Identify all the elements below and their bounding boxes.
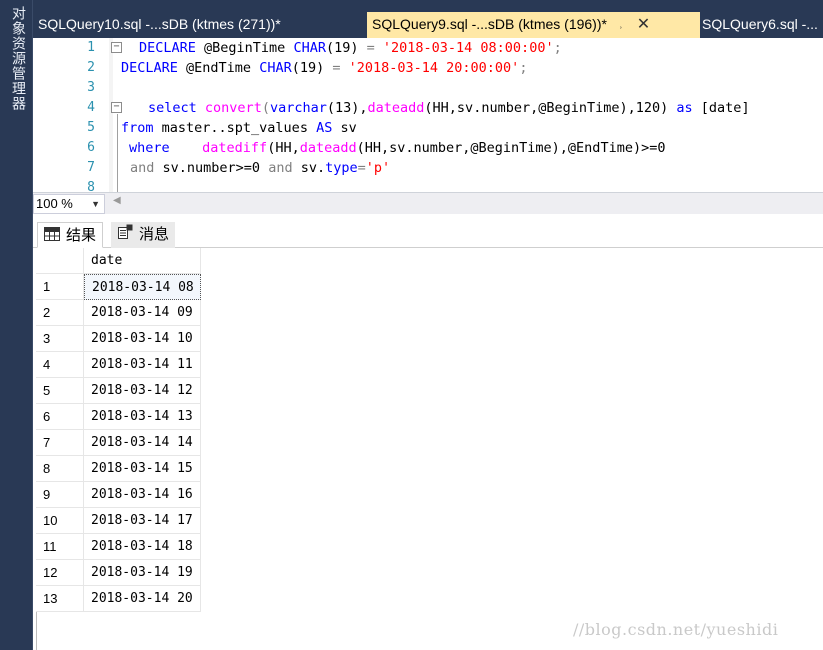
date-cell[interactable]: 2018-03-14 19	[84, 560, 201, 586]
results-tab-strip: 结果 消息	[33, 214, 823, 248]
close-icon[interactable]: ✕	[637, 16, 650, 33]
code-line-7[interactable]: and sv.number>=0 and sv.type='p'	[130, 158, 390, 178]
tab-sqlquery9[interactable]: SQLQuery9.sql -...sDB (ktmes (196))* ˒︎ …	[367, 12, 700, 38]
column-header-date[interactable]: date	[84, 248, 201, 274]
watermark: //blog.csdn.net/yueshidi	[573, 620, 779, 639]
object-explorer-label[interactable]: 对象资源管理器	[4, 6, 26, 111]
tab-label: SQLQuery10.sql -...sDB (ktmes (271))*	[38, 16, 281, 32]
object-explorer-sidebar[interactable]: 对象资源管理器	[0, 0, 33, 650]
row-number[interactable]: 9	[36, 482, 84, 508]
row-number[interactable]: 6	[36, 404, 84, 430]
line-number: 7	[87, 160, 95, 175]
date-cell[interactable]: 2018-03-14 15	[84, 456, 201, 482]
date-cell[interactable]: 2018-03-14 13	[84, 404, 201, 430]
scroll-left-icon[interactable]: ◀	[113, 195, 121, 206]
date-cell[interactable]: 2018-03-14 20	[84, 586, 201, 612]
tab-messages[interactable]: 消息	[111, 222, 176, 248]
tab-messages-label: 消息	[139, 225, 170, 243]
date-cell[interactable]: 2018-03-14 11	[84, 352, 201, 378]
row-number[interactable]: 2	[36, 300, 84, 326]
query-editor[interactable]: 1 2 3 4 5 6 7 8 − − DECLARE @BeginTime C…	[33, 38, 823, 192]
tab-label: SQLQuery6.sql -...	[702, 16, 818, 32]
date-cell[interactable]: 2018-03-14 08	[84, 274, 201, 300]
row-number[interactable]: 7	[36, 430, 84, 456]
row-number[interactable]: 3	[36, 326, 84, 352]
message-icon	[117, 223, 133, 247]
grid-icon	[44, 224, 60, 248]
code-line-5[interactable]: from master..spt_values AS sv	[121, 118, 357, 138]
line-number: 6	[87, 140, 95, 155]
row-number[interactable]: 10	[36, 508, 84, 534]
line-number: 5	[87, 120, 95, 135]
collapse-icon[interactable]: −	[111, 102, 122, 113]
line-number: 1	[87, 40, 95, 55]
row-number[interactable]: 12	[36, 560, 84, 586]
row-number[interactable]: 4	[36, 352, 84, 378]
editor-status-bar: 100 % ▼ ◀	[33, 192, 823, 214]
tab-sqlquery6[interactable]: SQLQuery6.sql -...	[697, 11, 823, 38]
date-cell[interactable]: 2018-03-14 12	[84, 378, 201, 404]
row-number[interactable]: 1	[36, 274, 84, 300]
row-number[interactable]: 8	[36, 456, 84, 482]
chevron-down-icon[interactable]: ▼	[91, 195, 100, 213]
row-number[interactable]: 5	[36, 378, 84, 404]
date-cell[interactable]: 2018-03-14 17	[84, 508, 201, 534]
code-line-6[interactable]: where datediff(HH,dateadd(HH,sv.number,@…	[129, 138, 665, 158]
fold-guide	[117, 114, 118, 192]
line-number: 4	[87, 100, 95, 115]
tab-sqlquery10[interactable]: SQLQuery10.sql -...sDB (ktmes (271))*	[33, 11, 286, 38]
date-cell[interactable]: 2018-03-14 14	[84, 430, 201, 456]
row-number[interactable]: 13	[36, 586, 84, 612]
code-line-4[interactable]: select convert(varchar(13),dateadd(HH,sv…	[148, 98, 750, 118]
tab-label: SQLQuery9.sql -...sDB (ktmes (196))*	[372, 16, 607, 32]
code-line-2[interactable]: DECLARE @EndTime CHAR(19) = '2018-03-14 …	[121, 58, 527, 78]
line-number: 2	[87, 60, 95, 75]
zoom-value: 100 %	[36, 196, 73, 211]
document-tab-strip: SQLQuery10.sql -...sDB (ktmes (271))* SQ…	[33, 0, 823, 38]
row-number[interactable]: 11	[36, 534, 84, 560]
tab-results-label: 结果	[66, 226, 97, 244]
date-cell[interactable]: 2018-03-14 09	[84, 300, 201, 326]
change-margin	[109, 38, 113, 192]
pin-icon[interactable]: ˒︎	[619, 18, 623, 32]
collapse-icon[interactable]: −	[111, 42, 122, 53]
date-cell[interactable]: 2018-03-14 18	[84, 534, 201, 560]
line-number: 8	[87, 180, 95, 192]
date-cell[interactable]: 2018-03-14 16	[84, 482, 201, 508]
row-header-corner[interactable]	[36, 248, 84, 274]
zoom-dropdown[interactable]: 100 % ▼	[33, 194, 105, 214]
code-line-1[interactable]: DECLARE @BeginTime CHAR(19) = '2018-03-1…	[139, 38, 562, 58]
date-cell[interactable]: 2018-03-14 10	[84, 326, 201, 352]
line-number: 3	[87, 80, 95, 95]
tab-results[interactable]: 结果	[37, 222, 104, 248]
